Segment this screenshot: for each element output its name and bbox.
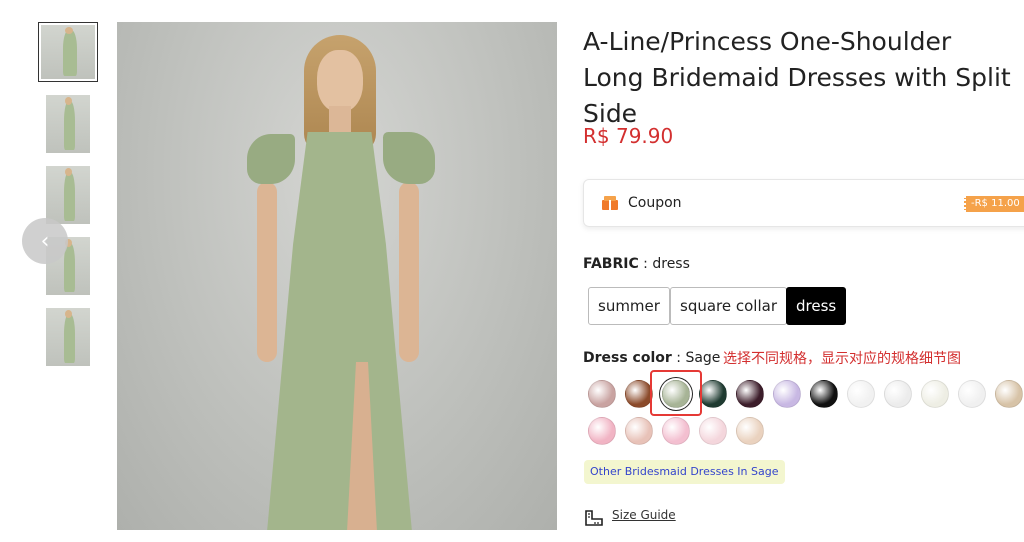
fabric-label: FABRIC : dress: [583, 256, 690, 272]
product-price: R$ 79.90: [583, 124, 674, 148]
coupon-bar[interactable]: Coupon -R$ 11.00: [583, 179, 1024, 227]
coupon-discount-tag: -R$ 11.00: [964, 196, 1024, 212]
selected-swatch-highlight: [650, 370, 702, 416]
coupon-icon: [602, 196, 618, 210]
color-swatch[interactable]: [588, 380, 616, 408]
dress-color-value: Sage: [685, 350, 721, 366]
color-swatch[interactable]: [736, 417, 764, 445]
annotation-note: 选择不同规格，显示对应的规格细节图: [723, 351, 961, 367]
color-swatch[interactable]: [736, 380, 764, 408]
color-swatch[interactable]: [958, 380, 986, 408]
color-swatch[interactable]: [810, 380, 838, 408]
color-swatch[interactable]: [699, 417, 727, 445]
fabric-value: dress: [652, 256, 690, 272]
color-swatch[interactable]: [588, 417, 616, 445]
product-title: A-Line/Princess One-Shoulder Long Bridem…: [583, 27, 1011, 128]
thumbnail-3[interactable]: [46, 166, 90, 224]
dress-color-label: Dress color : Sage: [583, 350, 721, 366]
color-swatch[interactable]: [662, 417, 690, 445]
color-swatch[interactable]: [625, 417, 653, 445]
fabric-option-dress[interactable]: dress: [786, 287, 847, 325]
color-swatch[interactable]: [995, 380, 1023, 408]
size-guide-link[interactable]: Size Guide: [612, 508, 676, 522]
thumbnail-5[interactable]: [46, 308, 90, 366]
other-dresses-link[interactable]: Other Bridesmaid Dresses In Sage: [584, 460, 785, 484]
gallery-prev-button[interactable]: ‹: [22, 218, 68, 264]
color-swatch[interactable]: [773, 380, 801, 408]
fabric-option-square-collar[interactable]: square collar: [670, 287, 787, 325]
chevron-left-icon: ‹: [40, 228, 50, 254]
thumbnail-1[interactable]: [38, 22, 98, 82]
main-product-image: [117, 22, 557, 530]
color-swatch[interactable]: [699, 380, 727, 408]
thumbnail-2[interactable]: [46, 95, 90, 153]
coupon-label: Coupon: [628, 195, 682, 211]
color-swatch[interactable]: [625, 380, 653, 408]
ruler-icon: [585, 510, 603, 526]
color-swatch[interactable]: [921, 380, 949, 408]
color-swatch[interactable]: [847, 380, 875, 408]
fabric-option-summer[interactable]: summer: [588, 287, 670, 325]
color-swatch[interactable]: [884, 380, 912, 408]
